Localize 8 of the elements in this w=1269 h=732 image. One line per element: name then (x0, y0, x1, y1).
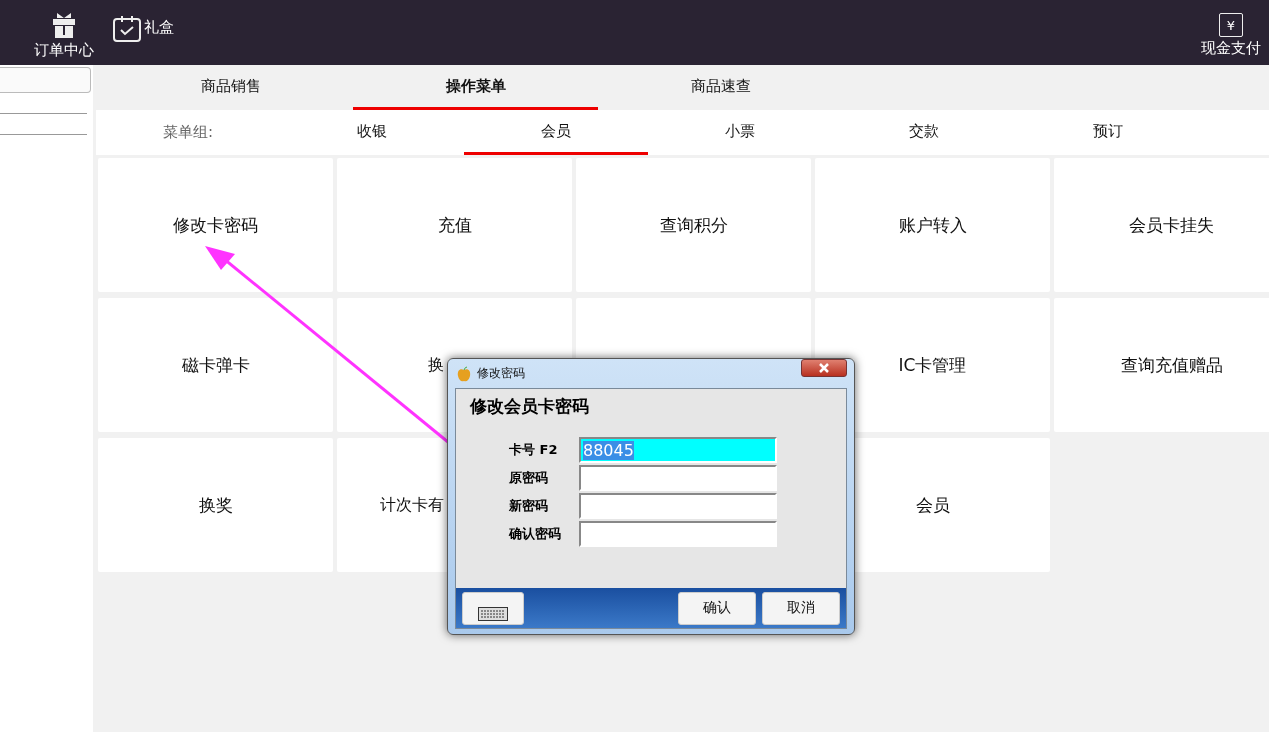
dialog-title: 修改密码 (477, 365, 525, 382)
menu-group-label: 菜单组: (161, 122, 215, 143)
field-label: 原密码 (509, 469, 549, 487)
yen-icon: ¥ (1219, 13, 1243, 37)
dialog-heading: 修改会员卡密码 (469, 395, 590, 418)
field-label: 确认密码 (509, 525, 562, 543)
field-label: 新密码 (509, 497, 549, 515)
field-label: 卡号 F2 (509, 441, 559, 459)
